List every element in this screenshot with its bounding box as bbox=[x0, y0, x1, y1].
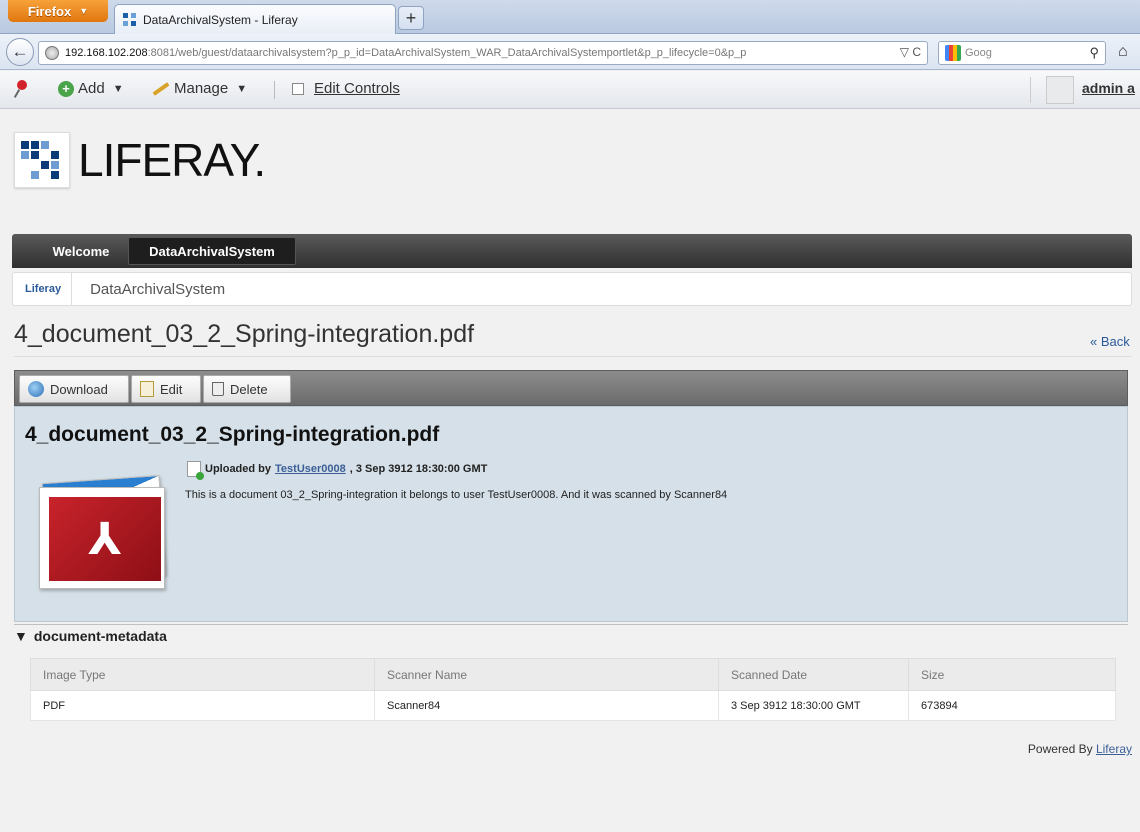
manage-menu[interactable]: Manage ▼ bbox=[152, 80, 247, 97]
edit-button[interactable]: Edit bbox=[131, 375, 201, 403]
breadcrumb-current[interactable]: DataArchivalSystem bbox=[72, 281, 225, 298]
edit-label: Edit bbox=[160, 381, 183, 397]
table-cell: Scanner84 bbox=[374, 690, 719, 721]
add-label: Add bbox=[78, 80, 105, 97]
uploaded-date: , 3 Sep 3912 18:30:00 GMT bbox=[349, 463, 488, 475]
divider bbox=[14, 356, 1132, 357]
search-placeholder: Goog bbox=[965, 47, 992, 59]
metadata-section-toggle[interactable]: ▼ document-metadata bbox=[14, 628, 167, 644]
divider bbox=[274, 81, 275, 99]
edit-controls-toggle[interactable]: Edit Controls bbox=[292, 80, 400, 97]
column-header: Size bbox=[908, 658, 1116, 691]
delete-button[interactable]: Delete bbox=[203, 375, 291, 403]
table-cell: 673894 bbox=[908, 690, 1116, 721]
download-button[interactable]: Download bbox=[19, 375, 129, 403]
add-icon: + bbox=[58, 80, 74, 97]
pencil-icon bbox=[152, 81, 170, 96]
table-header-row: Image Type Scanner Name Scanned Date Siz… bbox=[30, 658, 1116, 691]
page-title: 4_document_03_2_Spring-integration.pdf bbox=[14, 320, 475, 348]
liferay-logo[interactable]: LIFERAY. bbox=[14, 132, 266, 188]
column-header: Scanner Name bbox=[374, 658, 719, 691]
table-row: PDF Scanner84 3 Sep 3912 18:30:00 GMT 67… bbox=[30, 690, 1116, 721]
firefox-menu-button[interactable]: Firefox ▼ bbox=[8, 0, 108, 22]
pin-icon[interactable] bbox=[13, 80, 30, 98]
add-menu[interactable]: + Add ▼ bbox=[58, 80, 124, 97]
browser-nav-bar: ← 192.168.102.208:8081/web/guest/dataarc… bbox=[0, 34, 1140, 70]
back-link[interactable]: « Back bbox=[1090, 334, 1130, 349]
liferay-logo-icon bbox=[14, 132, 70, 188]
uploaded-prefix: Uploaded by bbox=[205, 463, 272, 475]
logo-text: LIFERAY. bbox=[78, 134, 266, 186]
site-identity-icon[interactable] bbox=[45, 46, 59, 60]
document-description: This is a document 03_2_Spring-integrati… bbox=[185, 489, 728, 501]
dropdown-arrow-icon: ▼ bbox=[112, 82, 124, 95]
avatar[interactable] bbox=[1046, 76, 1074, 104]
metadata-table: Image Type Scanner Name Scanned Date Siz… bbox=[30, 658, 1116, 721]
document-details-panel: 4_document_03_2_Spring-integration.pdf ⅄… bbox=[14, 406, 1128, 622]
trash-icon bbox=[212, 382, 224, 396]
uploader-link[interactable]: TestUser0008 bbox=[275, 463, 346, 475]
url-path: :8081/web/guest/dataarchivalsystem?p_p_i… bbox=[147, 47, 747, 59]
edit-controls-label: Edit Controls bbox=[314, 80, 400, 97]
document-add-icon bbox=[187, 461, 204, 480]
triangle-down-icon: ▼ bbox=[14, 628, 28, 644]
divider bbox=[14, 624, 1128, 625]
back-button[interactable]: ← bbox=[6, 38, 34, 66]
url-host: 192.168.102.208 bbox=[65, 47, 148, 59]
google-icon[interactable] bbox=[945, 45, 961, 61]
powered-by: Powered By Liferay bbox=[1028, 742, 1132, 756]
download-label: Download bbox=[50, 381, 108, 397]
metadata-section-label: document-metadata bbox=[33, 628, 167, 644]
dropdown-arrow-icon: ▼ bbox=[236, 82, 248, 95]
breadcrumb-home-link[interactable]: Liferay bbox=[13, 273, 73, 305]
reload-icon[interactable]: ▽ C bbox=[895, 45, 921, 59]
arrow-left-icon: ← bbox=[11, 42, 29, 61]
plus-icon: + bbox=[405, 7, 417, 28]
home-icon[interactable]: ⌂ bbox=[1118, 43, 1128, 61]
nav-tab-dataarchivalsystem[interactable]: DataArchivalSystem bbox=[128, 237, 296, 265]
powered-by-link[interactable]: Liferay bbox=[1096, 742, 1132, 756]
pdf-file-icon[interactable]: ⅄ bbox=[35, 475, 175, 593]
document-title: 4_document_03_2_Spring-integration.pdf bbox=[25, 423, 440, 446]
table-cell: PDF bbox=[30, 690, 375, 721]
new-tab-button[interactable]: + bbox=[398, 6, 424, 30]
liferay-favicon-icon bbox=[123, 12, 137, 27]
divider bbox=[1030, 77, 1031, 103]
search-input[interactable]: Goog ⚲ bbox=[938, 41, 1106, 65]
powered-prefix: Powered By bbox=[1027, 742, 1093, 756]
search-icon[interactable]: ⚲ bbox=[1089, 45, 1099, 61]
tab-title: DataArchivalSystem - Liferay bbox=[143, 12, 298, 27]
firefox-menu-label: Firefox bbox=[27, 3, 72, 19]
url-bar[interactable]: 192.168.102.208:8081/web/guest/dataarchi… bbox=[38, 41, 928, 65]
edit-controls-checkbox[interactable] bbox=[292, 82, 304, 95]
chevron-down-icon: ▼ bbox=[79, 6, 89, 16]
breadcrumb: Liferay DataArchivalSystem bbox=[12, 272, 1132, 306]
nav-tab-welcome[interactable]: Welcome bbox=[26, 237, 136, 265]
liferay-dockbar: + Add ▼ Manage ▼ Edit Controls admin a bbox=[0, 71, 1140, 109]
download-icon bbox=[28, 381, 44, 397]
user-menu-link[interactable]: admin a bbox=[1082, 80, 1140, 96]
column-header: Scanned Date bbox=[718, 658, 909, 691]
table-cell: 3 Sep 3912 18:30:00 GMT bbox=[718, 690, 909, 721]
upload-info: Uploaded by TestUser0008, 3 Sep 3912 18:… bbox=[187, 461, 488, 480]
main-navigation: Welcome DataArchivalSystem bbox=[12, 234, 1132, 268]
column-header: Image Type bbox=[30, 658, 375, 691]
delete-label: Delete bbox=[230, 381, 268, 397]
manage-label: Manage bbox=[174, 80, 229, 97]
edit-icon bbox=[140, 381, 154, 397]
browser-tab-active[interactable]: DataArchivalSystem - Liferay bbox=[114, 4, 396, 34]
browser-tab-bar: Firefox ▼ DataArchivalSystem - Liferay + bbox=[0, 0, 1140, 34]
acrobat-icon: ⅄ bbox=[49, 497, 161, 581]
document-toolbar: Download Edit Delete bbox=[14, 370, 1128, 406]
